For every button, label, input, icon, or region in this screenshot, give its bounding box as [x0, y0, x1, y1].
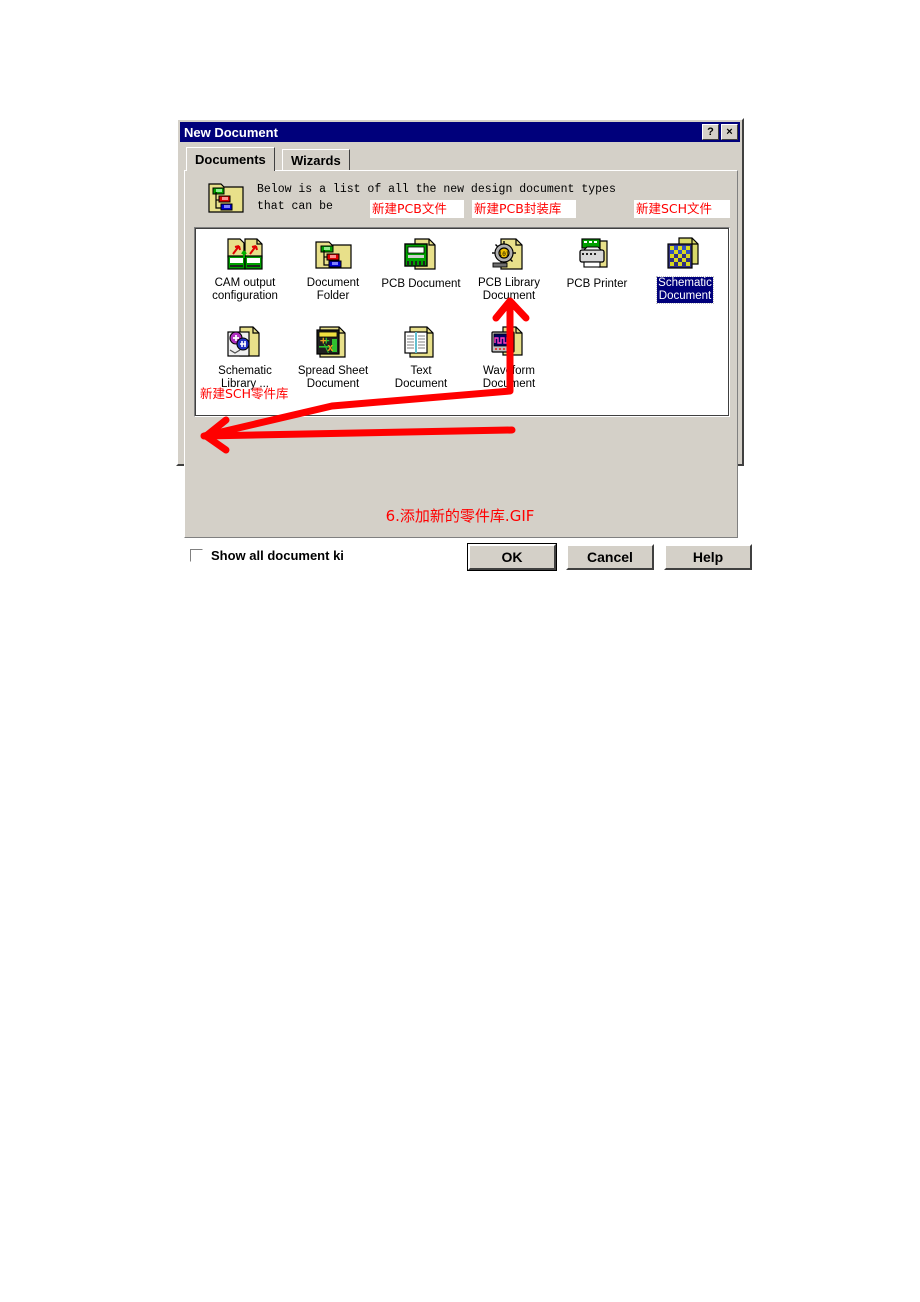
- annotation-new-sch-part-lib: 新建SCH零件库: [200, 386, 289, 401]
- checkbox-label: Show all document ki: [211, 548, 344, 563]
- text-document-icon: [401, 324, 441, 362]
- annotation-new-sch-file: 新建SCH文件: [634, 200, 730, 218]
- list-item-pcb-library-document[interactable]: 101 PCB Library Document: [465, 236, 553, 304]
- list-item-label: Waveform Document: [482, 365, 536, 390]
- tab-wizards[interactable]: Wizards: [282, 149, 350, 171]
- list-item-document-folder[interactable]: Document Folder: [289, 236, 377, 304]
- tab-strip: Documents Wizards: [186, 147, 734, 171]
- list-item-label: CAM output configuration: [212, 277, 278, 302]
- list-item-schematic-document[interactable]: Schematic Document: [641, 236, 729, 304]
- figure-caption: 6.添加新的零件库.GIF: [385, 507, 535, 525]
- list-item-waveform-document[interactable]: Waveform Document: [465, 324, 553, 392]
- list-item-label: Text Document: [394, 365, 448, 390]
- printer-icon: [577, 236, 617, 274]
- show-all-document-kinds-checkbox[interactable]: Show all document ki: [190, 548, 440, 563]
- list-item-cam-output-configuration[interactable]: CAM output configuration: [201, 236, 289, 304]
- window-title: New Document: [184, 124, 278, 140]
- svg-text:+: +: [320, 334, 327, 347]
- list-item-label: PCB Library Document: [478, 277, 540, 302]
- list-item-pcb-printer[interactable]: PCB Printer: [553, 236, 641, 292]
- folder-documents-icon: [207, 179, 245, 215]
- list-item-label: Schematic Document: [656, 276, 714, 304]
- cancel-button[interactable]: Cancel: [566, 544, 654, 570]
- list-item-pcb-document[interactable]: PCB Document: [377, 236, 465, 292]
- help-icon[interactable]: ?: [702, 124, 719, 140]
- annotation-new-pcb-file: 新建PCB文件: [370, 200, 464, 218]
- list-item-label: PCB Document: [381, 278, 461, 290]
- list-item-label: Document Folder: [306, 277, 360, 302]
- dialog-footer: Show all document ki OK Cancel Help: [184, 543, 752, 574]
- help-button[interactable]: Help: [664, 544, 752, 570]
- pcb-document-icon: [401, 236, 441, 274]
- svg-text:101: 101: [499, 251, 510, 258]
- tab-documents[interactable]: Documents: [186, 147, 275, 171]
- ok-button[interactable]: OK: [467, 543, 557, 571]
- pcb-library-icon: 101: [489, 236, 529, 274]
- tab-panel-documents: Below is a list of all the new design do…: [184, 170, 738, 538]
- list-item-text-document[interactable]: Text Document: [377, 324, 465, 392]
- checkbox-box[interactable]: [190, 549, 203, 562]
- waveform-icon: [489, 324, 529, 362]
- list-item-schematic-library[interactable]: Schematic Library ...: [201, 324, 289, 392]
- list-item-label: Spread Sheet Document: [297, 365, 369, 390]
- spreadsheet-icon: + \ + x: [313, 324, 353, 362]
- folder-icon: [313, 236, 353, 274]
- annotation-new-pcb-footprint-lib: 新建PCB封装库: [472, 200, 576, 218]
- title-bar[interactable]: New Document ? ×: [180, 122, 740, 142]
- close-icon[interactable]: ×: [721, 124, 738, 140]
- cam-output-icon: [225, 236, 265, 274]
- new-document-dialog: New Document ? × Documents Wizards Below…: [176, 118, 752, 571]
- list-item-spread-sheet-document[interactable]: + \ + x Spread Sheet Document: [289, 324, 377, 392]
- schematic-library-icon: [225, 324, 265, 362]
- schematic-document-icon: [665, 236, 705, 274]
- list-item-label: PCB Printer: [566, 278, 628, 290]
